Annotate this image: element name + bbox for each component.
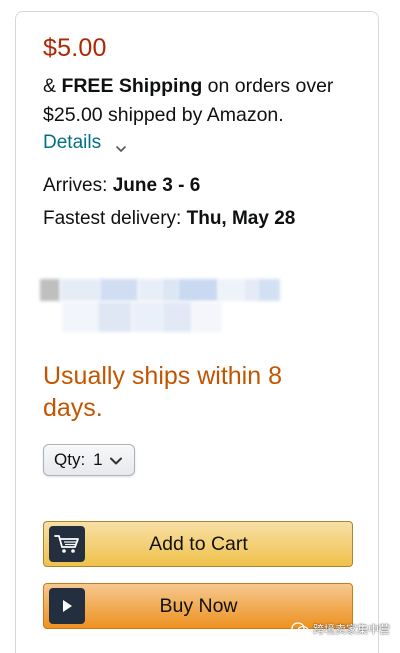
redacted-text — [40, 279, 280, 301]
add-to-cart-label: Add to Cart — [149, 532, 248, 555]
watermark: 跨境卖家集中营 — [291, 621, 390, 637]
availability-status: Usually ships within 8 days. — [43, 362, 282, 422]
details-link[interactable]: Details — [43, 130, 127, 156]
quantity-value: 1 — [93, 450, 103, 469]
wechat-icon — [291, 622, 309, 636]
arrival-estimate: Arrives: June 3 - 6 — [43, 173, 200, 199]
fastest-delivery: Fastest delivery: Thu, May 28 — [43, 206, 295, 232]
add-to-cart-button[interactable]: Add to Cart — [43, 521, 353, 567]
free-shipping-label: FREE Shipping — [61, 75, 203, 97]
cart-icon — [49, 526, 85, 562]
product-buybox-page: $5.00 & FREE Shipping on orders over $25… — [0, 0, 400, 653]
redacted-text-line-2 — [62, 302, 222, 332]
fastest-label: Fastest delivery: — [43, 208, 187, 229]
quantity-select[interactable]: Qty: 1 — [43, 444, 135, 476]
arrives-date: June 3 - 6 — [112, 175, 201, 196]
watermark-text: 跨境卖家集中营 — [313, 624, 390, 636]
shipping-prefix: & — [43, 75, 62, 97]
shipping-info: & FREE Shipping on orders over $25.00 sh… — [43, 72, 363, 130]
chevron-down-icon — [115, 137, 127, 152]
arrives-label: Arrives: — [43, 175, 113, 196]
details-label: Details — [43, 132, 102, 153]
fastest-date: Thu, May 28 — [186, 208, 296, 229]
play-icon — [49, 588, 85, 624]
buy-now-label: Buy Now — [159, 594, 238, 617]
quantity-label: Qty: — [54, 450, 86, 469]
chevron-down-icon — [109, 453, 123, 467]
price: $5.00 — [43, 34, 107, 62]
